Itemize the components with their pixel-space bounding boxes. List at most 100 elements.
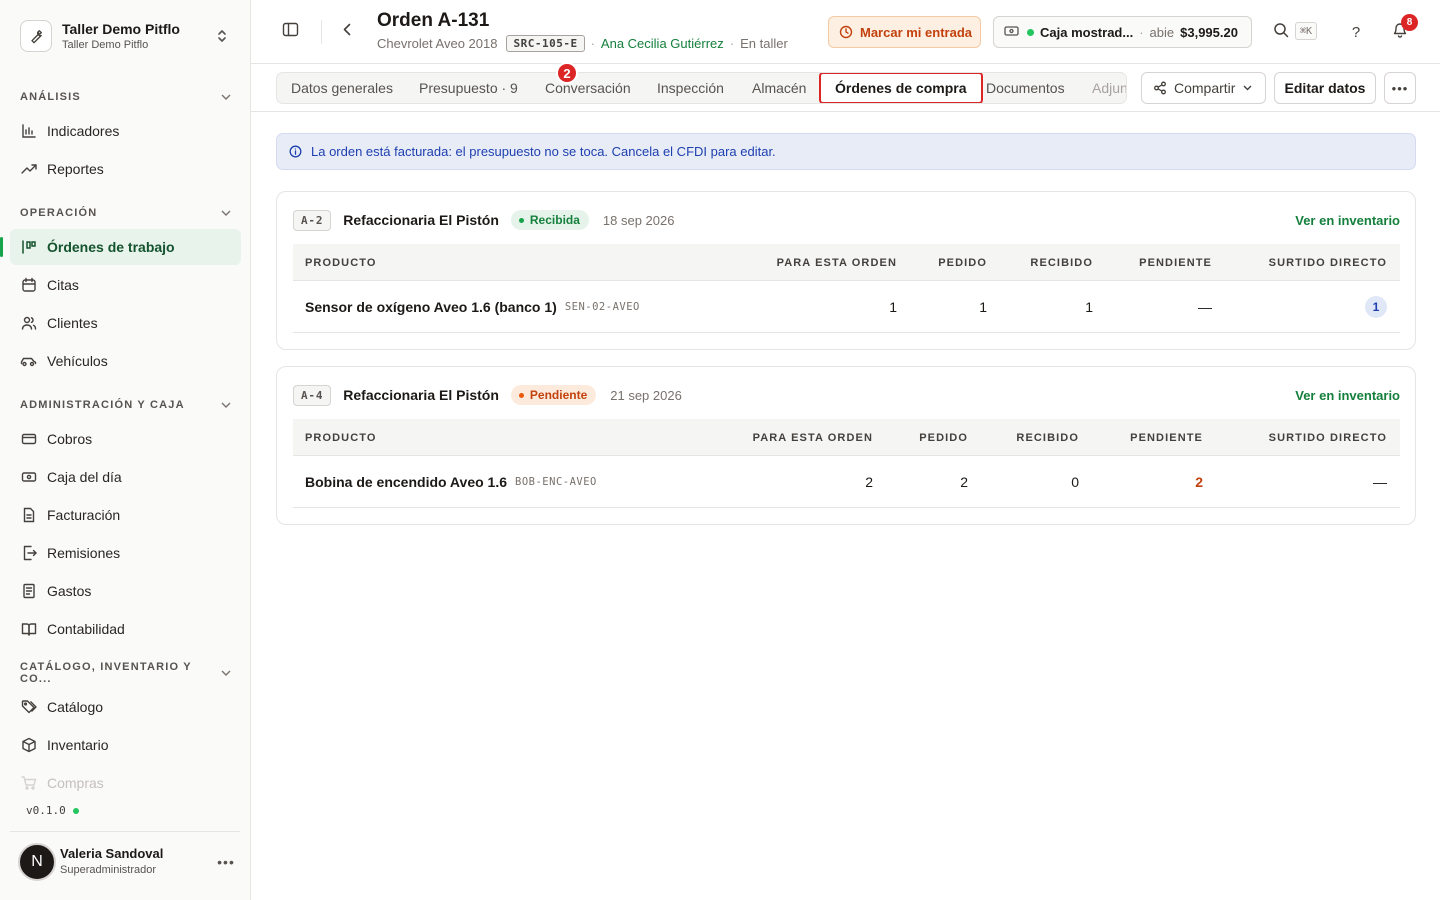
file-export-icon [20,545,37,562]
po-code: A-4 [293,384,332,406]
column-header: PEDIDO [938,256,987,269]
sidebar-item-vehiculos[interactable]: Vehículos [10,343,241,379]
column-header: SURTIDO DIRECTO [1268,431,1387,444]
tab-documentos[interactable]: Documentos [986,73,1065,103]
sidebar-item-facturacion[interactable]: Facturación [10,497,241,533]
order-header: Orden A-131 Chevrolet Aveo 2018 SRC-105-… [251,0,1440,64]
credit-card-icon [20,431,37,448]
sidebar-item-label: Órdenes de trabajo [47,239,175,255]
sidebar-item-reportes[interactable]: Reportes [10,151,241,187]
section-admin[interactable]: ADMINISTRACIÓN Y CAJA [20,396,232,414]
toggle-sidebar-button[interactable] [276,18,304,46]
edit-data-button[interactable]: Editar datos [1274,72,1376,104]
separator: · [590,35,595,51]
column-header: RECIBIDO [1016,431,1079,444]
qty-ordered: 2 [960,474,968,490]
tenant-switcher[interactable]: Taller Demo Pitflo Taller Demo Pitflo [10,10,240,62]
view-inventory-link[interactable]: Ver en inventario [1295,213,1400,228]
chevrons-up-down-icon [214,26,230,46]
column-header: PRODUCTO [305,431,377,444]
po-date: 18 sep 2026 [602,212,675,228]
checkin-button[interactable]: Marcar mi entrada [828,16,981,48]
order-tabs-bar: Datos generales Presupuesto · 9 Conversa… [251,64,1440,112]
users-icon [20,315,37,332]
more-horizontal-icon[interactable]: ••• [216,852,236,872]
calendar-icon [20,277,37,294]
section-operacion[interactable]: OPERACIÓN [20,204,232,222]
status-badge: Recibida [510,210,589,230]
user-role: Superadministrador [60,864,156,876]
sidebar-item-label: Inventario [47,737,109,753]
shortcut-hint: ⌘K [1295,22,1318,40]
invoiced-alert: La orden está facturada: el presupuesto … [276,133,1416,170]
tab-ordenes-de-compra[interactable]: Órdenes de compra [819,73,983,103]
po-items-table: PRODUCTO PARA ESTA ORDEN PEDIDO RECIBIDO… [293,419,1400,508]
sidebar-item-remisiones[interactable]: Remisiones [10,535,241,571]
sidebar-item-contabilidad[interactable]: Contabilidad [10,611,241,647]
banknote-icon [1004,25,1019,40]
info-icon [289,145,302,158]
book-open-icon [20,621,37,638]
cashbox-selector[interactable]: Caja mostrad... · abie $3,995.20 [993,16,1252,48]
user-menu[interactable]: N Valeria Sandoval Superadministrador ••… [18,842,240,882]
file-text-icon [20,507,37,524]
sidebar-item-label: Catálogo [47,699,104,715]
column-header: RECIBIDO [1030,256,1093,269]
qty-for-order: 2 [865,474,873,490]
cashbox-name: Caja mostrad... [1040,24,1134,40]
sidebar-item-label: Citas [47,277,79,293]
help-button[interactable]: ? [1342,18,1370,46]
separator: · [1139,24,1144,40]
tab-datos-generales[interactable]: Datos generales [291,73,393,103]
sidebar-item-label: Contabilidad [47,621,125,637]
receipt-icon [20,583,37,600]
order-status: En taller [740,35,788,51]
chevron-down-icon [220,207,232,219]
section-label: CATÁLOGO, INVENTARIO Y CO... [20,661,192,685]
chevron-down-icon [220,667,232,679]
sidebar-item-clientes[interactable]: Clientes [10,305,241,341]
more-options-button[interactable]: ••• [1384,72,1416,104]
sidebar-item-label: Caja del día [47,469,122,485]
back-button[interactable] [333,18,361,46]
panel-left-icon [282,21,299,43]
po-supplier: Refaccionaria El Pistón [343,387,499,403]
sidebar-item-inventario[interactable]: Inventario [10,727,241,763]
sidebar-item-compras[interactable]: Compras [10,765,241,801]
cashbox-amount: $3,995.20 [1180,24,1238,40]
client-link[interactable]: Ana Cecilia Gutiérrez [601,36,724,51]
section-catalogo[interactable]: CATÁLOGO, INVENTARIO Y CO... [20,661,232,685]
tenant-name: Taller Demo Pitflo [62,21,180,37]
qty-direct: — [1373,474,1387,490]
share-button[interactable]: Compartir [1141,72,1266,104]
po-date: 21 sep 2026 [610,387,682,403]
section-analisis[interactable]: ANÁLISIS [20,88,232,106]
shopping-cart-icon [20,775,37,792]
search-icon [1273,22,1289,43]
product-cell: Bobina de encendido Aveo 1.6 BOB-ENC-AVE… [305,456,597,508]
sidebar-item-catalogo[interactable]: Catálogo [10,689,241,725]
tab-adjuntos[interactable]: Adjun [1092,73,1126,103]
tenant-subtitle: Taller Demo Pitflo [62,39,149,51]
sidebar-item-cobros[interactable]: Cobros [10,421,241,457]
view-inventory-link[interactable]: Ver en inventario [1295,388,1400,403]
section-label: ADMINISTRACIÓN Y CAJA [20,399,185,411]
tab-almacen[interactable]: Almacén [752,73,806,103]
table-header: PRODUCTO PARA ESTA ORDEN PEDIDO RECIBIDO… [293,419,1400,456]
sidebar-item-gastos[interactable]: Gastos [10,573,241,609]
tab-inspeccion[interactable]: Inspección [657,73,724,103]
status-dot [72,807,79,814]
car-icon [20,353,37,370]
po-items-table: PRODUCTO PARA ESTA ORDEN PEDIDO RECIBIDO… [293,244,1400,333]
sidebar-item-label: Indicadores [47,123,120,139]
sidebar-item-citas[interactable]: Citas [10,267,241,303]
table-row: Bobina de encendido Aveo 1.6 BOB-ENC-AVE… [293,456,1400,508]
search-button[interactable] [1267,18,1295,46]
product-name: Bobina de encendido Aveo 1.6 [305,474,508,490]
sidebar-item-indicadores[interactable]: Indicadores [10,113,241,149]
qty-direct-cell: 1 [1233,281,1387,333]
sidebar-item-caja[interactable]: Caja del día [10,459,241,495]
column-header: SURTIDO DIRECTO [1268,256,1387,269]
sidebar-item-ordenes[interactable]: Órdenes de trabajo [0,229,241,265]
tab-presupuesto[interactable]: Presupuesto · 9 [419,73,518,103]
